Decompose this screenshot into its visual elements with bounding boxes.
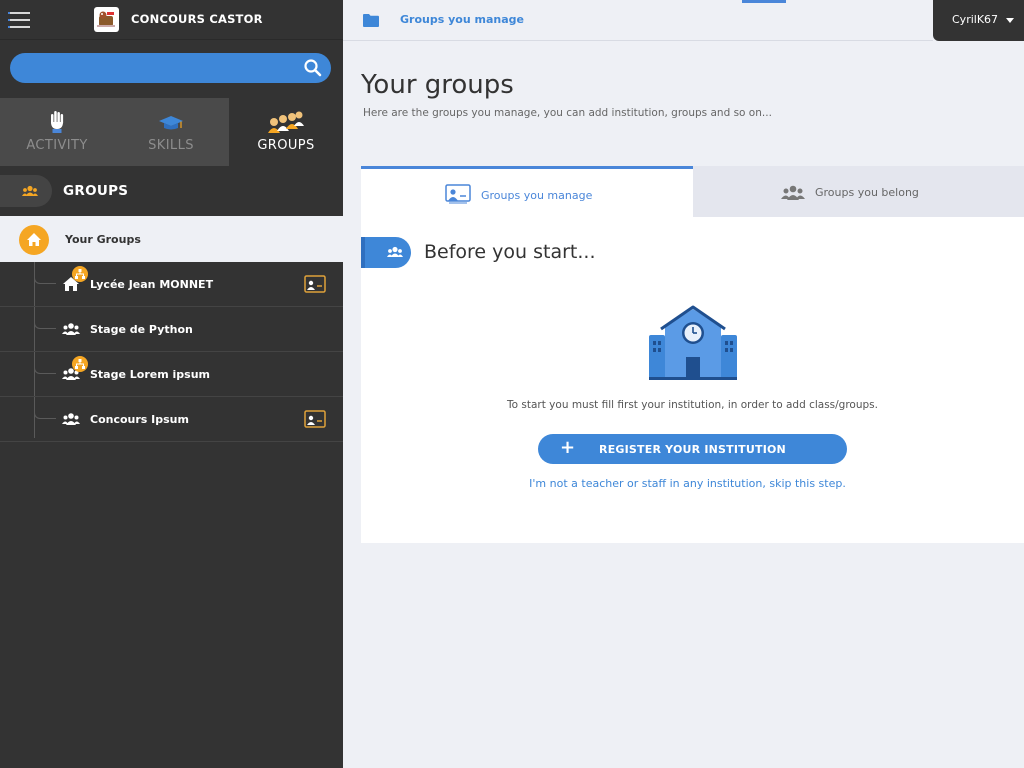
tab-skills[interactable]: SKILLS [114,98,228,166]
user-name: CyrilK67 [952,13,999,26]
tab-groups-label: GROUPS [257,138,315,153]
section-pill [0,175,52,207]
section-title: GROUPS [63,183,129,199]
graduation-cap-icon [114,110,228,136]
castor-logo[interactable] [94,7,119,32]
tree-item-label: Concours Ipsum [90,413,189,426]
tree-item-stage-lorem-ipsum[interactable]: Stage Lorem ipsum [0,352,343,397]
page-subtitle: Here are the groups you manage, you can … [363,107,772,119]
search-input[interactable] [24,57,294,79]
folder-icon [363,12,379,27]
group-orange-icon [22,185,38,196]
users-icon [781,185,805,205]
hierarchy-badge-icon [72,356,88,372]
tab-activity-label: ACTIVITY [26,138,88,153]
tree-item-label: Stage de Python [90,323,193,336]
tab-label: Groups you manage [481,189,593,202]
tab-activity[interactable]: ACTIVITY [0,98,114,166]
panel-title: Before you start... [424,241,596,263]
tab-groups-you-manage[interactable]: Groups you manage [361,166,693,217]
home-icon [19,225,49,255]
section-pill [361,237,411,268]
skip-step-link[interactable]: I'm not a teacher or staff in any instit… [361,477,1014,490]
register-institution-button[interactable]: + REGISTER YOUR INSTITUTION [538,434,847,464]
group-tree: Lycée Jean MONNET Stage de Python Stage … [0,262,343,442]
teacher-board-icon [445,184,471,208]
tree-item-concours-ipsum[interactable]: Concours Ipsum [0,397,343,442]
register-button-label: REGISTER YOUR INSTITUTION [599,443,786,456]
breadcrumb[interactable]: Groups you manage [400,13,524,26]
users-icon [387,246,403,257]
tab-groups[interactable]: GROUPS [229,98,343,166]
users-icon [62,321,80,337]
menu-icon[interactable] [8,10,32,30]
sidebar: CONCOURS CASTOR ACTIVITY SKILLS GROUPS G… [0,0,343,768]
chevron-down-icon [1006,18,1014,23]
your-groups-label: Your Groups [65,233,141,246]
page-title: Your groups [361,70,514,100]
sidebar-header: CONCOURS CASTOR [0,0,343,40]
hierarchy-badge-icon [72,266,88,282]
tree-item-label: Lycée Jean MONNET [90,278,214,291]
teacher-board-icon[interactable] [304,410,326,428]
people-group-icon [229,110,343,136]
info-text: To start you must fill first your instit… [507,399,878,411]
sidebar-section-header: GROUPS [0,166,343,216]
search-bar [10,53,331,83]
hand-icon [0,110,114,136]
content-panel: Before you start... To start you must fi… [361,217,1024,543]
school-building-icon [649,305,737,380]
tab-label: Groups you belong [815,186,919,199]
tab-groups-you-belong[interactable]: Groups you belong [693,166,1024,217]
users-icon [62,411,80,427]
your-groups-item[interactable]: Your Groups [0,216,343,262]
tree-item-stage-de-python[interactable]: Stage de Python [0,307,343,352]
app-title: CONCOURS CASTOR [131,12,263,26]
user-menu[interactable]: CyrilK67 [933,0,1024,41]
tree-item-label: Stage Lorem ipsum [90,368,210,381]
search-icon[interactable] [303,58,323,78]
tab-skills-label: SKILLS [148,138,194,153]
teacher-board-icon[interactable] [304,275,326,293]
tree-item-lycee-jean-monnet[interactable]: Lycée Jean MONNET [0,262,343,307]
